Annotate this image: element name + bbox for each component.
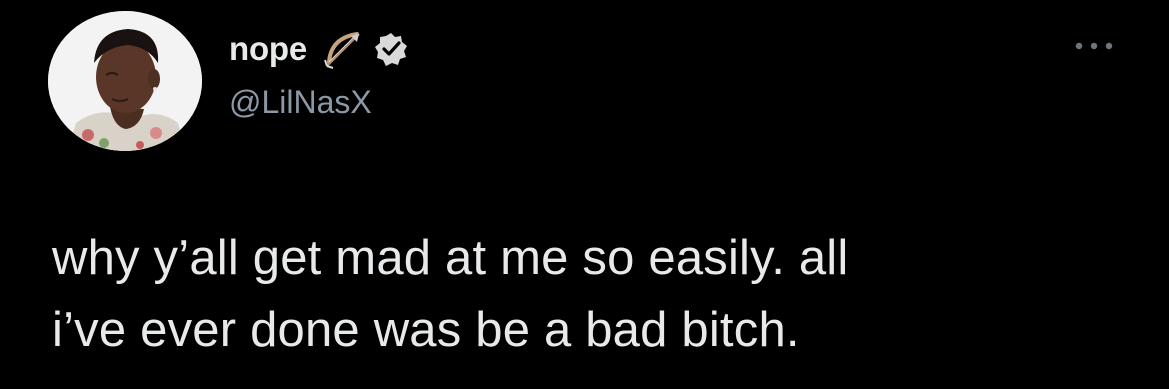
name-row: nope — [229, 24, 409, 74]
tweet-card[interactable]: nope @LilNasX why y’all get mad at me so… — [0, 0, 1169, 389]
avatar[interactable] — [48, 11, 202, 151]
display-name[interactable]: nope — [229, 30, 307, 68]
tweet-text-line: i’ve ever done was be a bad bitch. — [52, 303, 800, 357]
more-options-button[interactable] — [1070, 34, 1118, 58]
more-options-icon — [1075, 42, 1113, 50]
tweet-header: nope @LilNasX — [229, 24, 409, 124]
user-handle[interactable]: @LilNasX — [229, 84, 409, 121]
bow-and-arrow-icon — [321, 26, 367, 72]
tweet-text: why y’all get mad at me so easily. all i… — [52, 222, 1132, 366]
avatar-photo — [48, 11, 202, 151]
verified-badge-icon — [373, 31, 409, 67]
tweet-text-line: why y’all get mad at me so easily. all — [52, 231, 849, 285]
